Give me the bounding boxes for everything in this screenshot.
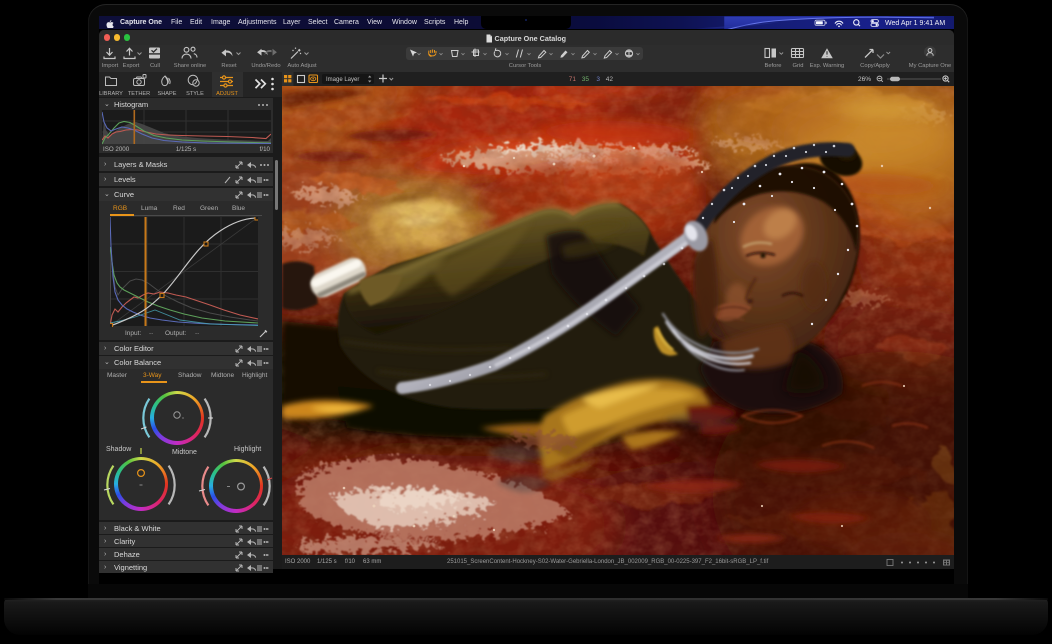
svg-text:f/10: f/10 [260, 146, 271, 152]
svg-text:26%: 26% [858, 76, 871, 83]
svg-text:Undo/Redo: Undo/Redo [251, 63, 280, 69]
svg-text:Capture One Catalog: Capture One Catalog [495, 34, 567, 43]
svg-text:Before: Before [764, 63, 781, 69]
svg-text:Midtone: Midtone [172, 449, 197, 456]
svg-text:ISO 2000: ISO 2000 [103, 146, 130, 152]
svg-text:Auto Adjust: Auto Adjust [287, 63, 317, 69]
svg-text:Shadow: Shadow [106, 446, 132, 453]
svg-text:Cull: Cull [150, 63, 160, 69]
svg-text:Copy/Apply: Copy/Apply [860, 63, 890, 69]
svg-text:42: 42 [606, 76, 614, 83]
svg-text:Grid: Grid [793, 63, 804, 69]
svg-text:Export: Export [123, 63, 140, 69]
svg-text:1/125 s: 1/125 s [176, 146, 196, 152]
svg-text:My Capture One: My Capture One [909, 63, 952, 69]
svg-text:Import: Import [102, 63, 119, 69]
svg-text:Image Layer: Image Layer [326, 77, 359, 83]
svg-text:35: 35 [582, 76, 590, 83]
svg-text:Reset: Reset [221, 63, 237, 69]
svg-text:Share online: Share online [174, 63, 207, 69]
svg-text:Wed Apr 1 9:41 AM: Wed Apr 1 9:41 AM [885, 20, 945, 27]
svg-text:Highlight: Highlight [234, 446, 261, 453]
svg-text:Exp. Warning: Exp. Warning [810, 63, 845, 69]
svg-text:3: 3 [596, 76, 600, 83]
svg-text:Cursor Tools: Cursor Tools [509, 63, 542, 69]
svg-text:71: 71 [569, 76, 577, 83]
